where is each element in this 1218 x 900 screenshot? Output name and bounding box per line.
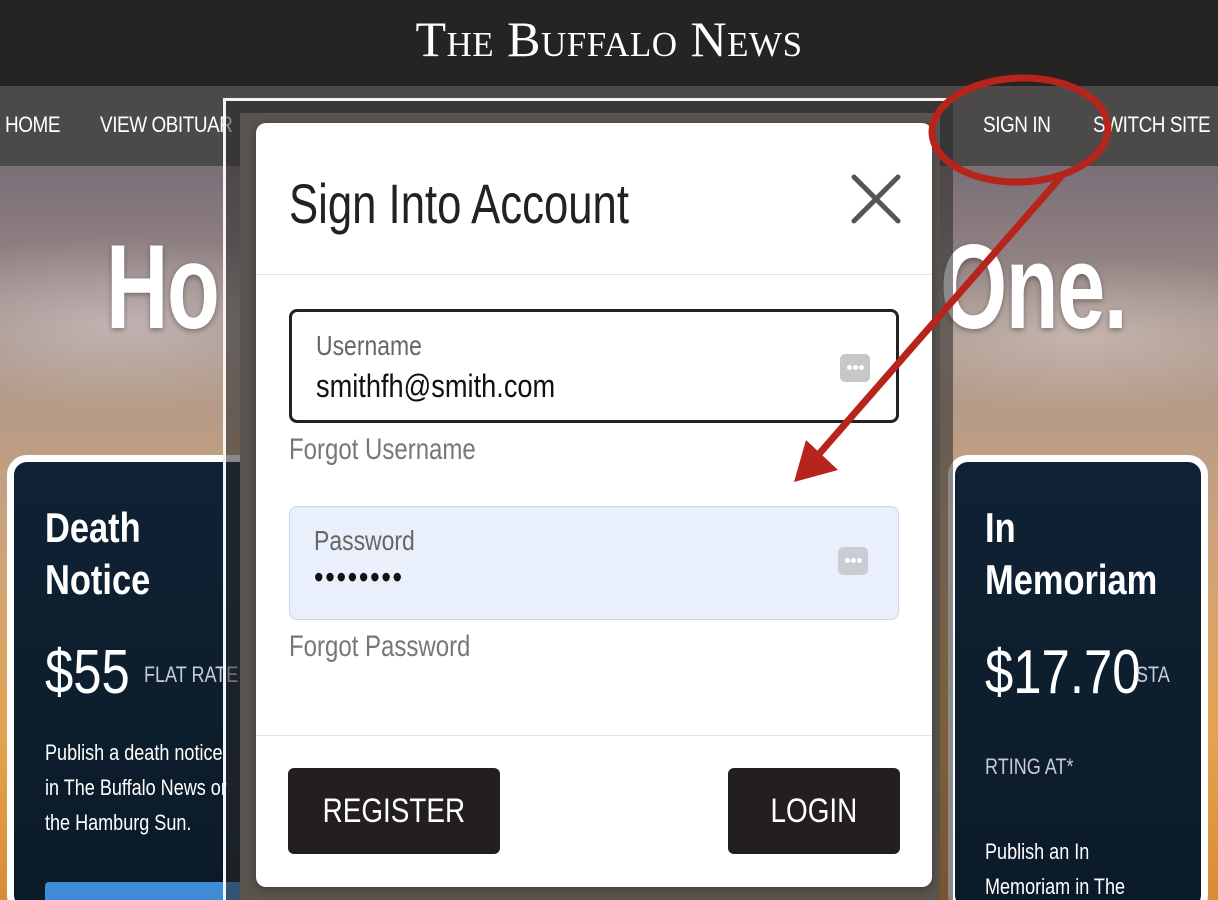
card-description: Publish an In Memoriam in The bbox=[985, 839, 1126, 899]
card-rate: STA bbox=[1136, 662, 1170, 687]
nav-switch-site[interactable]: SWITCH SITE bbox=[1093, 112, 1211, 138]
sign-in-modal: Sign Into Account Username smithfh@smith… bbox=[256, 123, 932, 887]
nav-sign-in[interactable]: SIGN IN bbox=[983, 112, 1051, 138]
password-field[interactable]: Password •••••••• bbox=[289, 506, 899, 620]
password-input[interactable]: •••••••• bbox=[314, 559, 404, 596]
card-title-line1: Death bbox=[45, 504, 141, 551]
password-label: Password bbox=[314, 525, 415, 556]
username-label: Username bbox=[316, 330, 422, 361]
forgot-password-link[interactable]: Forgot Password bbox=[289, 630, 470, 664]
forgot-username-link[interactable]: Forgot Username bbox=[289, 433, 476, 467]
nav-view-obituaries[interactable]: VIEW OBITUAR bbox=[100, 112, 233, 138]
username-input[interactable]: smithfh@smith.com bbox=[316, 368, 555, 405]
hero-headline-left: Ho bbox=[106, 220, 220, 354]
modal-header: Sign Into Account bbox=[256, 123, 932, 275]
card-price: $17.70 bbox=[985, 638, 1141, 707]
hero-headline-right: One. bbox=[940, 220, 1128, 354]
modal-footer-divider bbox=[256, 735, 932, 736]
modal-title: Sign Into Account bbox=[289, 172, 629, 235]
card-title-line2: Memoriam bbox=[985, 556, 1158, 603]
card-price: $55 bbox=[45, 638, 130, 707]
login-button[interactable]: LOGIN bbox=[728, 768, 900, 854]
masthead: The Buffalo News bbox=[0, 0, 1218, 86]
key-dots-icon[interactable] bbox=[840, 354, 870, 382]
key-dots-icon[interactable] bbox=[838, 547, 868, 575]
site-logo[interactable]: The Buffalo News bbox=[415, 10, 802, 68]
register-button-label: REGISTER bbox=[322, 791, 466, 830]
nav-home[interactable]: HOME bbox=[5, 112, 60, 138]
login-button-label: LOGIN bbox=[770, 791, 858, 830]
card-title-line1: In bbox=[985, 504, 1016, 551]
card-rate-continued: RTING AT* bbox=[985, 754, 1074, 779]
card-title-line2: Notice bbox=[45, 556, 151, 603]
in-memoriam-card: In Memoriam $17.70 STA RTING AT* Publish… bbox=[948, 455, 1208, 900]
close-icon[interactable] bbox=[850, 173, 902, 225]
register-button[interactable]: REGISTER bbox=[288, 768, 500, 854]
username-field[interactable]: Username smithfh@smith.com bbox=[289, 309, 899, 423]
